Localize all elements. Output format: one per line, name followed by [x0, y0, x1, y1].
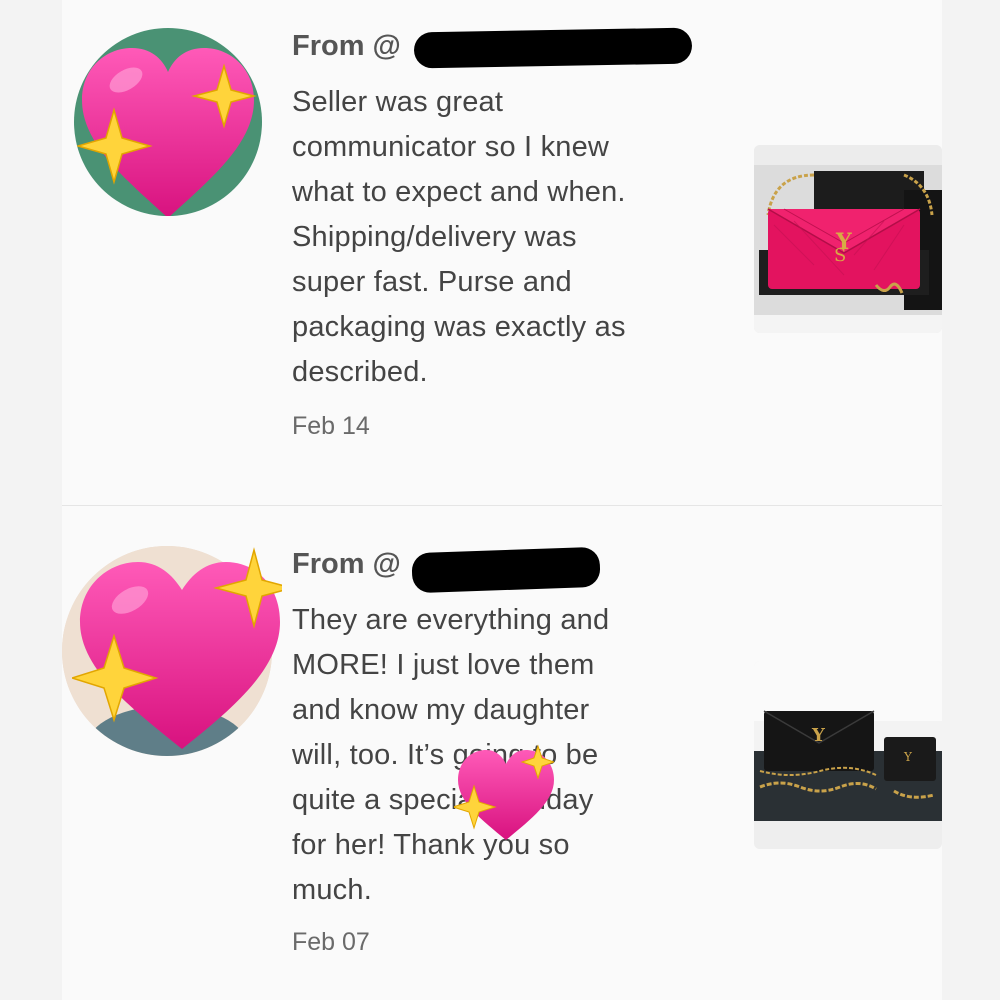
review-line: Seller was great [292, 86, 504, 118]
reviews-list: From @ Seller was great communicator so … [62, 0, 942, 1000]
svg-text:Y: Y [811, 725, 826, 746]
from-prefix: From @ [292, 548, 401, 580]
sparkling-heart-icon [72, 547, 282, 749]
reviewer-avatar[interactable] [74, 28, 262, 216]
sparkling-heart-icon [454, 744, 554, 840]
review-line: Shipping/delivery was [292, 221, 577, 253]
sparkling-heart-icon [75, 48, 257, 216]
pink-wallet-on-chain-photo: Y S [754, 145, 942, 333]
redacted-username [411, 546, 601, 594]
review-line: They are everything and [292, 604, 610, 636]
review-line: what to expect and when. [292, 176, 626, 208]
review-line: communicator so I knew [292, 131, 610, 163]
svg-text:Y: Y [903, 750, 913, 764]
right-margin [942, 0, 1000, 1000]
from-prefix: From @ [292, 30, 401, 62]
review-line: described. [292, 356, 428, 388]
review-date: Feb 14 [292, 412, 370, 440]
review-line: MORE! I just love them [292, 649, 595, 681]
svg-text:S: S [834, 245, 846, 266]
review-line: packaging was exactly as [292, 311, 626, 343]
redacted-username [413, 27, 693, 69]
review-author[interactable]: From @ [292, 30, 401, 63]
review-line: much. [292, 874, 372, 906]
review-card: From @ Seller was great communicator so … [62, 0, 942, 505]
left-margin [0, 0, 62, 1000]
review-line: super fast. Purse and [292, 266, 572, 298]
review-author[interactable]: From @ [292, 548, 401, 581]
item-photo[interactable]: Y Y [754, 661, 942, 849]
review-card: From @ They are everything and MORE! I j… [62, 506, 942, 1000]
review-body: Seller was great communicator so I knew … [292, 80, 722, 395]
black-wallet-and-card-case-photo: Y Y [754, 661, 942, 849]
item-photo[interactable]: Y S [754, 145, 942, 333]
review-line: and know my daughter [292, 694, 590, 726]
review-date: Feb 07 [292, 928, 370, 956]
